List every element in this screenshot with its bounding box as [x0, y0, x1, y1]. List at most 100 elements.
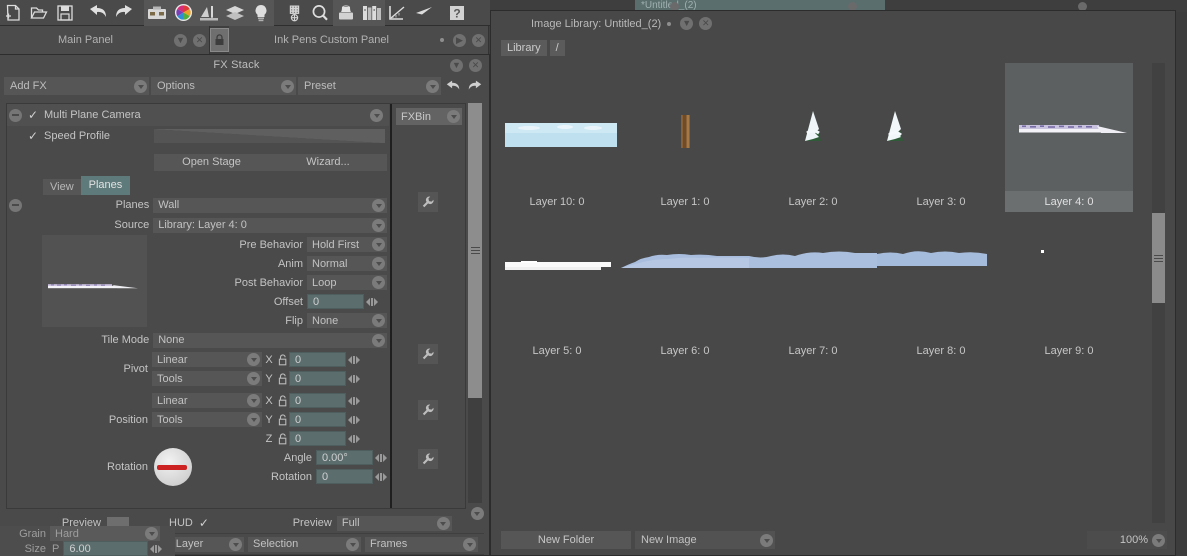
lock-icon[interactable] [276, 413, 289, 426]
wrench-icon-position[interactable] [418, 400, 438, 420]
chevron-down-icon[interactable] [145, 527, 158, 540]
wrench-icon-planes[interactable] [418, 192, 438, 212]
speed-profile-row[interactable]: ✓ Speed Profile [7, 126, 389, 146]
library-item-label[interactable]: Layer 10: 0 [493, 191, 621, 212]
fx-stack-scrollbar[interactable] [468, 103, 482, 503]
chevron-down-icon[interactable] [372, 238, 385, 251]
anim-dropdown[interactable]: Normal [307, 256, 387, 271]
save-icon[interactable] [52, 0, 78, 26]
library-item-label[interactable]: Layer 1: 0 [621, 191, 749, 212]
image-library-scrollbar-thumb[interactable] [1152, 213, 1165, 303]
angle-input[interactable]: 0.00° [316, 450, 373, 465]
library-item-label[interactable]: Layer 6: 0 [621, 340, 749, 361]
fx-parameter-scroll-area[interactable]: ✓ Multi Plane Camera ✓ Speed Profile Ope… [7, 104, 389, 508]
library-item-layer-6[interactable]: Layer 6: 0 [621, 212, 749, 361]
selection-dropdown[interactable]: Selection [248, 536, 361, 552]
library-item-layer-9[interactable]: Layer 9: 0 [1005, 212, 1133, 361]
position-z-stepper[interactable] [346, 432, 362, 445]
layers-icon[interactable] [222, 0, 248, 26]
library-item-layer-4[interactable]: Layer 4: 0 [1005, 63, 1133, 212]
chevron-down-icon[interactable] [372, 333, 386, 347]
main-panel-menu-icon[interactable]: ▼ [174, 33, 187, 47]
pivot-y-stepper[interactable] [346, 372, 362, 385]
hud-checkbox[interactable]: ✓ [193, 516, 215, 530]
speed-profile-checkbox[interactable]: ✓ [22, 129, 44, 143]
open-stage-button[interactable]: Open Stage [154, 153, 269, 171]
chevron-down-icon[interactable] [247, 353, 260, 366]
planes-dropdown[interactable]: Wall [153, 197, 387, 213]
flip-dropdown[interactable]: None [307, 313, 387, 328]
fx-stack-close-icon[interactable]: ✕ [469, 58, 482, 72]
color-wheel-icon[interactable] [170, 0, 196, 26]
tile-mode-dropdown[interactable]: None [153, 332, 388, 348]
chevron-down-icon[interactable] [426, 79, 439, 93]
offset-stepper[interactable] [364, 295, 380, 308]
zoom-level-dropdown[interactable]: 100% [1087, 531, 1167, 549]
new-folder-button[interactable]: New Folder [501, 531, 631, 549]
wrench-icon-pivot[interactable] [418, 344, 438, 364]
pivot-y-input[interactable]: 0 [289, 371, 346, 386]
pre-behavior-dropdown[interactable]: Hold First [307, 237, 387, 252]
pivot-interp-dropdown[interactable]: Linear [152, 352, 262, 367]
library-item-label[interactable]: Layer 5: 0 [493, 340, 621, 361]
image-library-scrollbar[interactable] [1152, 63, 1165, 523]
frames-dropdown[interactable]: Frames [365, 536, 478, 552]
grain-dropdown[interactable]: Hard [50, 526, 160, 541]
library-books-icon[interactable] [359, 0, 385, 26]
library-item-label[interactable]: Layer 4: 0 [1005, 191, 1133, 212]
position-source-dropdown[interactable]: Tools [152, 412, 262, 427]
chevron-down-icon[interactable] [1152, 533, 1165, 547]
paper-plane-icon[interactable] [411, 0, 437, 26]
lock-icon[interactable] [276, 432, 289, 445]
fx-redo-icon[interactable] [465, 76, 485, 96]
collapse-plane-icon[interactable] [9, 198, 22, 212]
chevron-down-icon[interactable] [447, 110, 460, 123]
position-y-stepper[interactable] [346, 413, 362, 426]
redo-icon[interactable] [111, 0, 137, 26]
fxbin-dropdown[interactable]: FXBin [396, 108, 462, 125]
library-item-layer-5[interactable]: Layer 5: 0 [493, 212, 621, 361]
magnifier-icon[interactable] [307, 0, 333, 26]
collapse-effect-icon[interactable] [9, 108, 22, 122]
new-image-dropdown[interactable]: New Image [635, 531, 775, 549]
chevron-down-icon[interactable] [247, 372, 260, 385]
tab-view[interactable]: View [43, 179, 81, 195]
preview-quality-dropdown[interactable]: Full [336, 515, 452, 531]
position-z-input[interactable]: 0 [289, 431, 346, 446]
library-item-layer-1[interactable]: Layer 1: 0 [621, 63, 749, 212]
grid-icon[interactable] [281, 0, 307, 26]
chevron-down-icon[interactable] [229, 537, 242, 551]
chevron-down-icon[interactable] [463, 537, 476, 551]
library-item-layer-10[interactable]: Layer 10: 0 [493, 63, 621, 212]
chevron-down-icon[interactable] [372, 218, 386, 232]
new-file-icon[interactable] [0, 0, 26, 26]
wrench-icon-rotation[interactable] [418, 449, 438, 469]
toolbox-icon[interactable] [144, 0, 170, 26]
custom-panel-close-icon[interactable]: ✕ [472, 33, 485, 47]
library-item-label[interactable]: Layer 2: 0 [749, 191, 877, 212]
pivot-x-stepper[interactable] [346, 353, 362, 366]
position-interp-dropdown[interactable]: Linear [152, 393, 262, 408]
chevron-down-icon[interactable] [436, 516, 450, 530]
library-item-label[interactable]: Layer 8: 0 [877, 340, 1005, 361]
magic-hat-icon[interactable] [333, 0, 359, 26]
help-icon[interactable]: ? [444, 0, 470, 26]
chevron-down-icon[interactable] [281, 79, 294, 93]
library-item-label[interactable]: Layer 7: 0 [749, 340, 877, 361]
size-input[interactable]: 6.00 [63, 541, 149, 556]
main-panel-header[interactable]: Main Panel ▼ ✕ [0, 26, 210, 54]
add-fx-dropdown[interactable]: Add FX [4, 77, 149, 95]
chevron-down-icon[interactable] [247, 413, 260, 426]
preset-dropdown[interactable]: Preset [298, 77, 441, 95]
library-item-label[interactable]: Layer 9: 0 [1005, 340, 1133, 361]
size-pressure-toggle[interactable]: P [52, 543, 59, 555]
wizard-button[interactable]: Wizard... [269, 153, 387, 171]
source-dropdown[interactable]: Library: Layer 4: 0 [153, 217, 388, 233]
speed-profile-graph[interactable] [154, 129, 385, 143]
post-behavior-dropdown[interactable]: Loop [307, 275, 387, 290]
plane-thumbnail-preview[interactable] [42, 235, 148, 327]
custom-panel-play-icon[interactable]: ▶ [453, 33, 466, 47]
chevron-down-icon[interactable] [372, 314, 385, 327]
library-item-layer-2[interactable]: Layer 2: 0 [749, 63, 877, 212]
lock-icon[interactable] [276, 372, 289, 385]
